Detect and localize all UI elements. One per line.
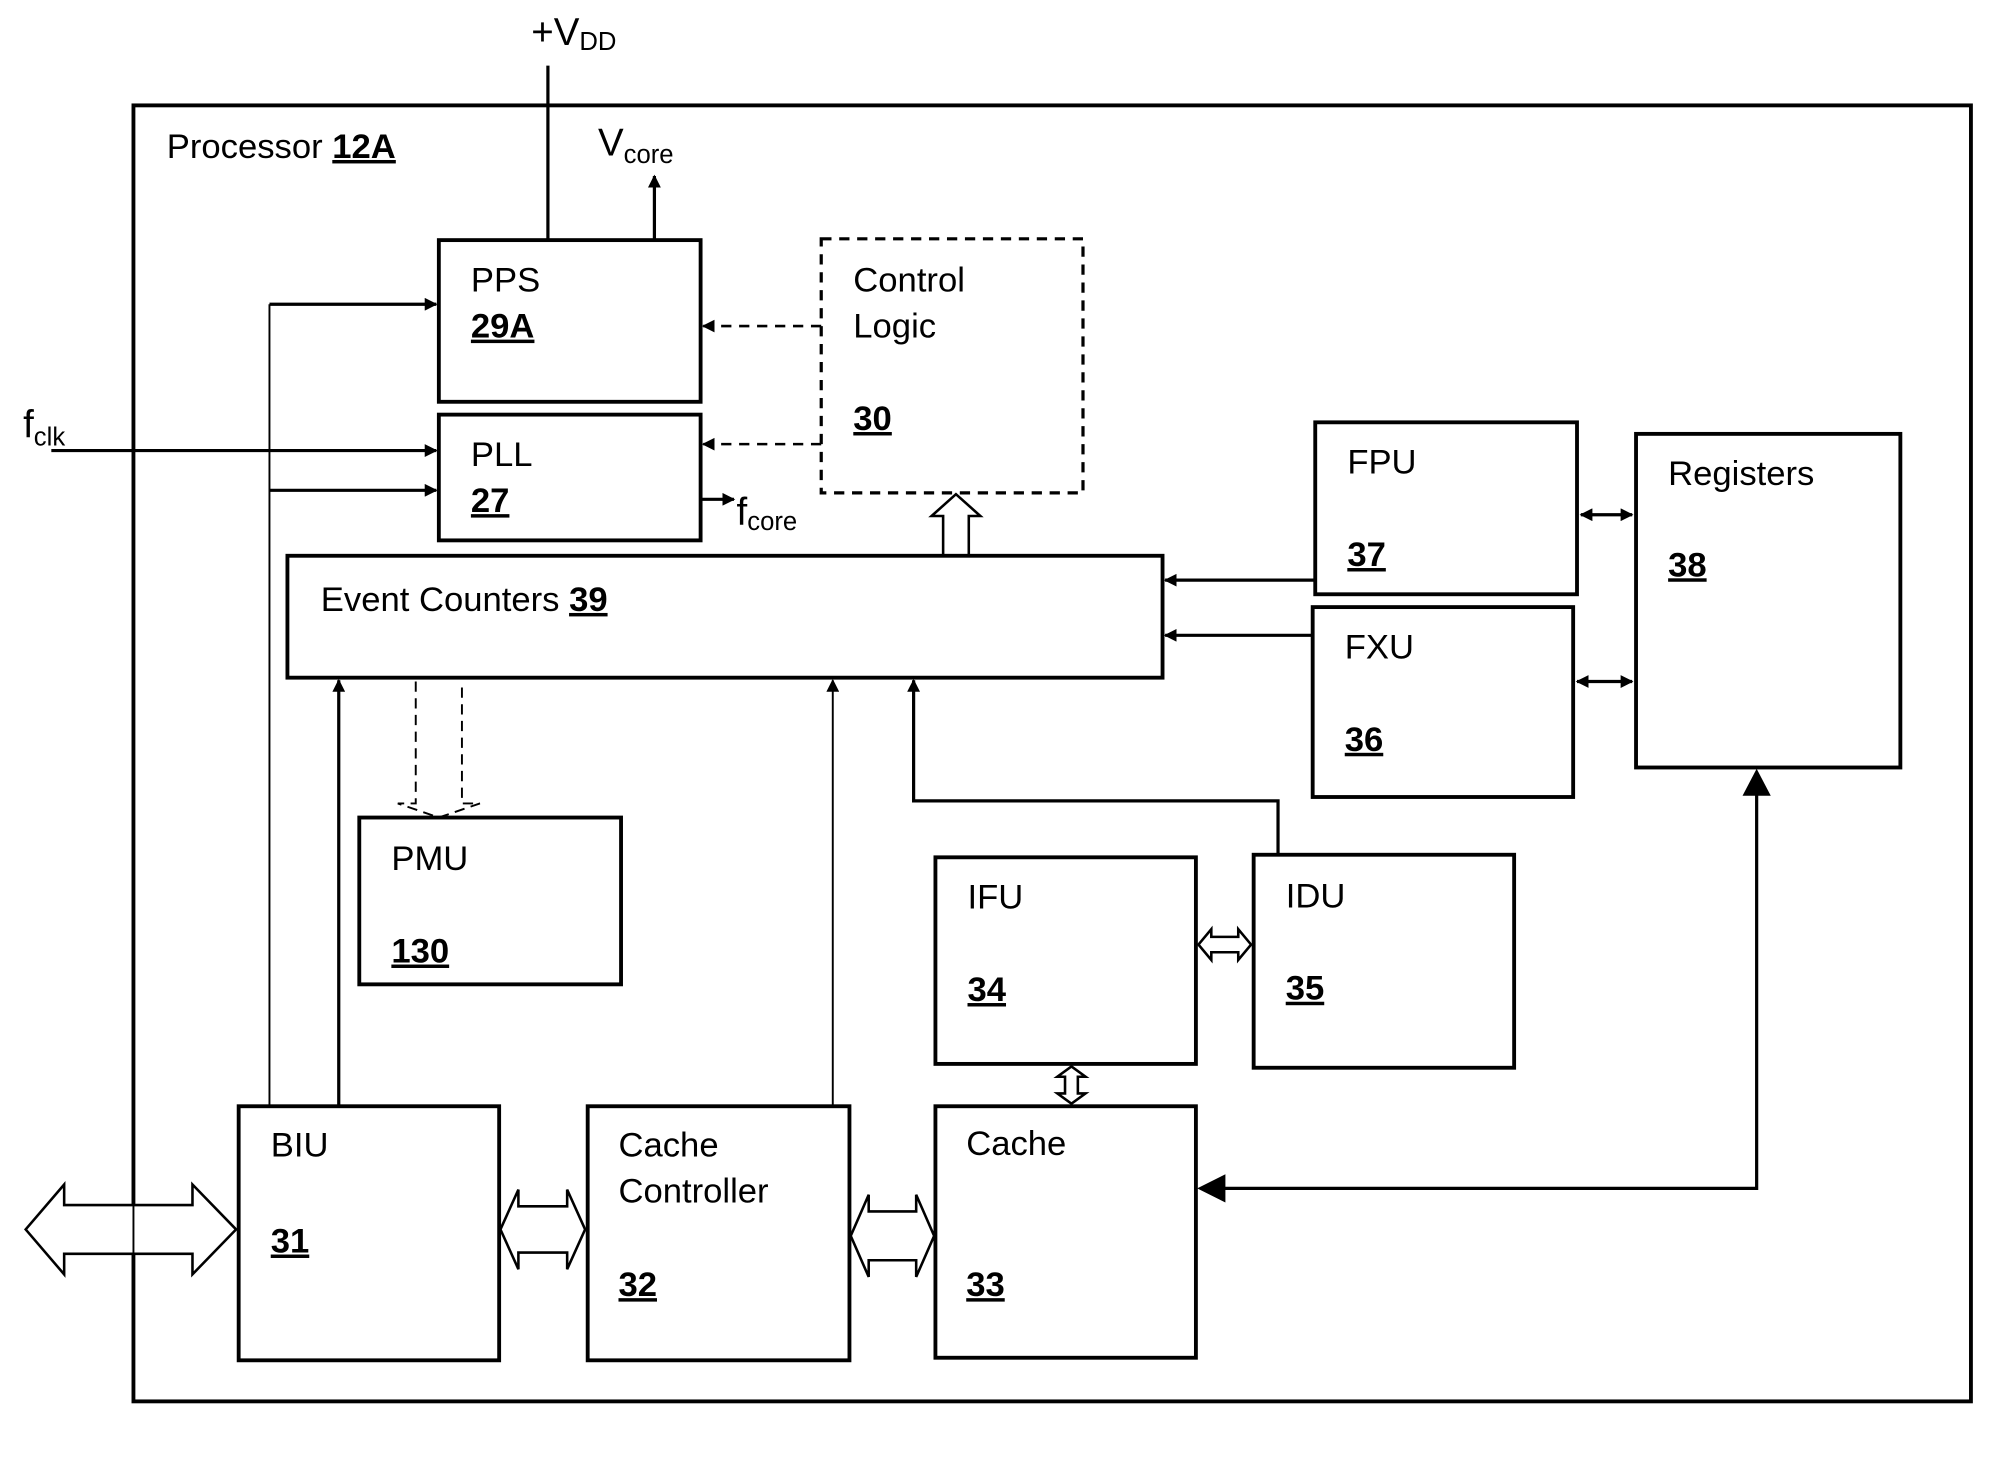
external-bus-arrow	[23, 1181, 238, 1278]
vdd-label: +VDD	[531, 11, 616, 56]
control-logic-label-1: Control	[853, 261, 965, 299]
fxu-block: FXU 36	[1310, 605, 1576, 799]
biu-label: BIU	[271, 1126, 329, 1164]
ifu-label: IFU	[968, 879, 1024, 917]
cache-number: 33	[966, 1266, 1005, 1304]
processor-block-diagram: Processor 12A +VDD Vcore PPS 29A PLL 27 …	[23, 11, 1973, 1404]
control-logic-label-2: Logic	[853, 308, 936, 346]
control-logic-number: 30	[853, 400, 892, 438]
fxu-number: 36	[1345, 721, 1384, 759]
processor-label: Processor 12A	[167, 128, 396, 166]
control-logic-block: Control Logic 30	[819, 237, 1085, 495]
pps-number: 29A	[471, 308, 535, 346]
fxu-label: FXU	[1345, 628, 1414, 666]
event-counters-block: Event Counters 39	[285, 553, 1165, 680]
pll-block: PLL 27	[436, 412, 703, 543]
registers-block: Registers 38	[1634, 431, 1903, 770]
cache-block: Cache 33	[933, 1104, 1198, 1360]
cache-label: Cache	[966, 1125, 1066, 1163]
idu-number: 35	[1286, 970, 1325, 1008]
pmu-number: 130	[391, 933, 449, 971]
cache-controller-block: Cache Controller 32	[585, 1104, 852, 1363]
idu-block: IDU 35	[1251, 852, 1517, 1070]
idu-label: IDU	[1286, 877, 1346, 915]
pll-label: PLL	[471, 436, 533, 474]
cache-controller-label-2: Controller	[618, 1172, 768, 1210]
cache-controller-label-1: Cache	[618, 1126, 718, 1164]
registers-label: Registers	[1668, 455, 1814, 493]
cache-controller-number: 32	[618, 1266, 657, 1304]
pmu-block: PMU 130	[357, 815, 623, 987]
fpu-block: FPU 37	[1313, 420, 1579, 597]
pps-label: PPS	[471, 261, 540, 299]
event-counters-label: Event Counters 39	[321, 581, 608, 619]
fpu-number: 37	[1347, 536, 1386, 574]
fclk-label: fclk	[23, 404, 65, 452]
fpu-label: FPU	[1347, 444, 1416, 482]
registers-number: 38	[1668, 546, 1707, 584]
biu-number: 31	[271, 1223, 310, 1261]
biu-block: BIU 31	[236, 1104, 502, 1363]
pmu-label: PMU	[391, 840, 468, 878]
pll-number: 27	[471, 482, 510, 520]
pps-block: PPS 29A	[436, 238, 703, 404]
ifu-block: IFU 34	[933, 855, 1198, 1066]
ifu-number: 34	[968, 971, 1007, 1009]
